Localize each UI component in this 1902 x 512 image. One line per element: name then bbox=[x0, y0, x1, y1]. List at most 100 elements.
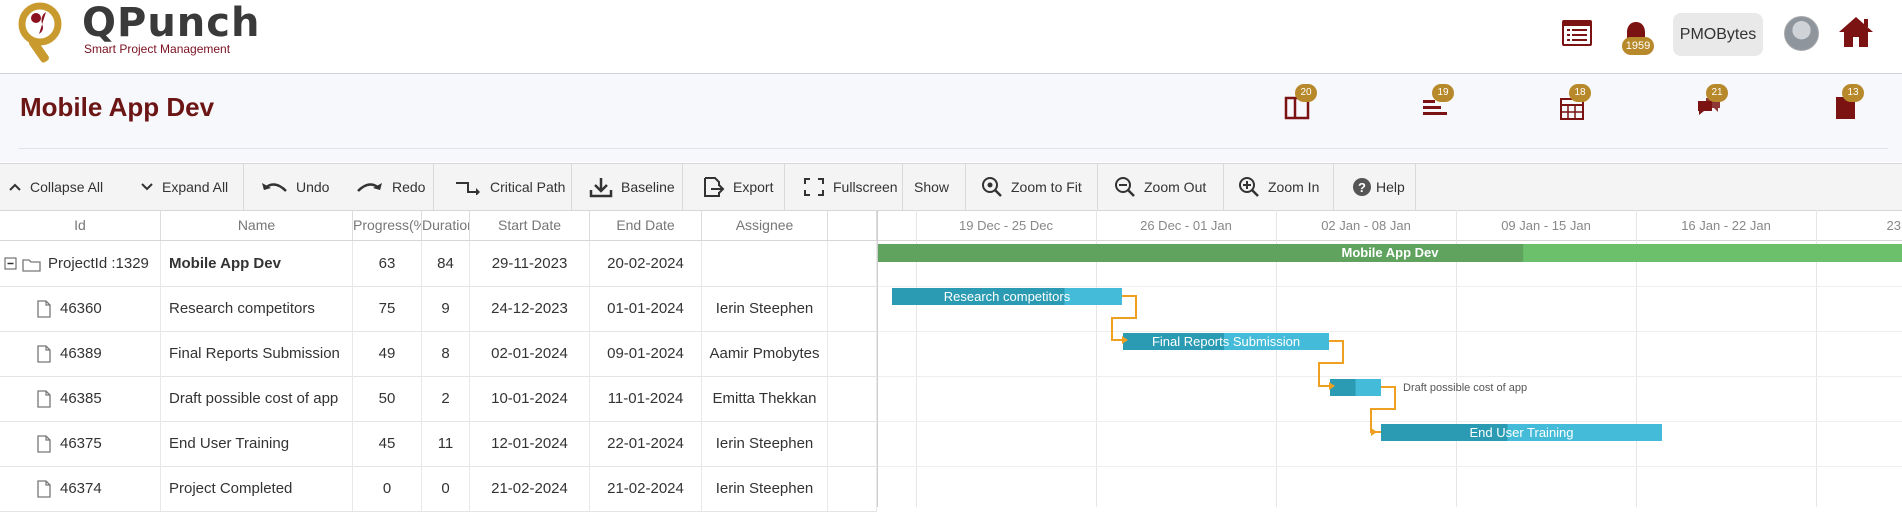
help-button[interactable]: ? Help bbox=[1344, 164, 1416, 210]
user-avatar[interactable] bbox=[1784, 16, 1819, 51]
column-header-assignee[interactable]: Assignee bbox=[702, 210, 828, 240]
cell-name: Final Reports Submission bbox=[161, 331, 353, 376]
cell-duration: 11 bbox=[422, 421, 470, 466]
task-list-icon[interactable] bbox=[1561, 18, 1593, 48]
file-icon bbox=[37, 300, 51, 318]
cell-name: Draft possible cost of app bbox=[161, 376, 353, 421]
task-bar-label: Research competitors bbox=[944, 289, 1071, 304]
cell-id-text: 46375 bbox=[60, 435, 102, 452]
critical-path-label: Critical Path bbox=[490, 179, 566, 195]
show-button[interactable]: Show bbox=[906, 164, 966, 210]
task-row[interactable]: 46385 Draft possible cost of app 50 2 10-01-… bbox=[0, 376, 877, 422]
collapse-all-label: Collapse All bbox=[30, 179, 104, 195]
task-row[interactable]: 46375 End User Training 45 11 12-01-2024 22-0… bbox=[0, 421, 877, 467]
expand-all-button[interactable]: Expand All bbox=[132, 164, 244, 210]
help-label: Help bbox=[1376, 179, 1405, 195]
documents-button[interactable]: 13 bbox=[1830, 84, 1864, 122]
column-header-duration[interactable]: Duration( bbox=[422, 210, 470, 240]
cell-end-date: 22-01-2024 bbox=[590, 421, 702, 466]
cell-end-date-text: 21-02-2024 bbox=[607, 480, 684, 497]
file-icon bbox=[37, 345, 51, 363]
cell-name-text: Project Completed bbox=[169, 480, 293, 497]
column-header-id[interactable]: Id bbox=[0, 210, 161, 240]
critical-path-button[interactable]: Critical Path bbox=[446, 164, 572, 210]
gantt-view-button[interactable]: 19 bbox=[1420, 84, 1454, 122]
cell-duration: 8 bbox=[422, 331, 470, 376]
collapse-all-button[interactable]: Collapse All bbox=[0, 164, 126, 210]
cell-spacer bbox=[828, 466, 877, 511]
cell-end-date-text: 20-02-2024 bbox=[607, 255, 684, 272]
cell-assignee: Ierin Steephen bbox=[702, 466, 828, 511]
cell-end-date-text: 01-01-2024 bbox=[607, 300, 684, 317]
cell-progress: 45 bbox=[353, 421, 422, 466]
cell-id-text: 46374 bbox=[60, 480, 102, 497]
cell-id-text: 46389 bbox=[60, 345, 102, 362]
cell-id: 46375 bbox=[0, 421, 161, 466]
cell-progress-text: 50 bbox=[378, 390, 396, 407]
cell-start-date: 29-11-2023 bbox=[470, 241, 590, 286]
cell-progress-text: 75 bbox=[378, 300, 396, 317]
export-icon bbox=[704, 177, 725, 197]
cell-duration-text: 2 bbox=[441, 390, 450, 407]
cell-name-text: Mobile App Dev bbox=[169, 255, 281, 272]
column-header-start-date[interactable]: Start Date bbox=[470, 210, 590, 240]
column-header-progress[interactable]: Progress(% bbox=[353, 210, 422, 240]
week-label: 16 Jan - 22 Jan bbox=[1681, 218, 1771, 233]
column-header-name[interactable]: Name bbox=[161, 210, 353, 240]
cell-start-date-text: 21-02-2024 bbox=[491, 480, 568, 497]
baseline-button[interactable]: Baseline bbox=[581, 164, 683, 210]
cell-name-text: Research competitors bbox=[169, 300, 315, 317]
zoom-in-button[interactable]: Zoom In bbox=[1230, 164, 1334, 210]
discussion-button[interactable]: 21 bbox=[1694, 84, 1728, 122]
task-bar-label: Draft possible cost of app bbox=[1403, 382, 1527, 394]
task-row[interactable]: 46374 Project Completed 0 0 21-02-2024 21-02-… bbox=[0, 466, 877, 512]
cell-progress-text: 63 bbox=[378, 255, 396, 272]
baseline-label: Baseline bbox=[621, 179, 675, 195]
fullscreen-button[interactable]: Fullscreen bbox=[795, 164, 903, 210]
cell-end-date: 09-01-2024 bbox=[590, 331, 702, 376]
column-header-end-date[interactable]: End Date bbox=[590, 210, 702, 240]
qpunch-logo[interactable]: QPunch Smart Project Management bbox=[14, 0, 259, 70]
gantt-toolbar: Collapse All Expand All Undo Redo Critic… bbox=[0, 163, 1902, 211]
file-icon bbox=[37, 480, 51, 498]
svg-text:?: ? bbox=[1358, 180, 1366, 195]
title-bar-inner: Mobile App Dev 20 19 18 21 13 bbox=[18, 74, 1888, 149]
cell-name-text: Draft possible cost of app bbox=[169, 390, 339, 407]
task-row[interactable]: 46389 Final Reports Submission 49 8 02-01-20… bbox=[0, 331, 877, 377]
home-icon[interactable] bbox=[1837, 14, 1875, 50]
cell-progress: 63 bbox=[353, 241, 422, 286]
user-name-button[interactable]: PMOBytes bbox=[1673, 13, 1763, 56]
cell-name: Mobile App Dev bbox=[161, 241, 353, 286]
redo-label: Redo bbox=[392, 179, 426, 195]
calendar-count-badge: 18 bbox=[1569, 84, 1591, 102]
cell-duration: 2 bbox=[422, 376, 470, 421]
cell-spacer bbox=[828, 421, 877, 466]
redo-button[interactable]: Redo bbox=[348, 164, 434, 210]
documents-count-badge: 13 bbox=[1842, 84, 1864, 102]
help-icon: ? bbox=[1353, 178, 1371, 196]
calendar-view-button[interactable]: 18 bbox=[1557, 84, 1591, 122]
cell-assignee: Ierin Steephen bbox=[702, 421, 828, 466]
zoom-to-fit-button[interactable]: Zoom to Fit bbox=[973, 164, 1098, 210]
cell-duration: 0 bbox=[422, 466, 470, 511]
undo-button[interactable]: Undo bbox=[252, 164, 344, 210]
cell-id: ProjectId :1329 bbox=[0, 241, 161, 286]
export-button[interactable]: Export bbox=[693, 164, 785, 210]
board-view-button[interactable]: 20 bbox=[1283, 84, 1317, 122]
cell-progress-text: 49 bbox=[378, 345, 396, 362]
cell-duration-text: 11 bbox=[437, 435, 454, 452]
folder-icon bbox=[22, 259, 41, 272]
logo-mark-icon bbox=[18, 2, 62, 63]
redo-icon bbox=[357, 183, 382, 192]
project-row[interactable]: ProjectId :1329 Mobile App Dev 63 84 29-11-2… bbox=[0, 241, 877, 287]
gantt-count-badge: 19 bbox=[1432, 84, 1454, 102]
progress-fill bbox=[1330, 379, 1356, 396]
week-label: 02 Jan - 08 Jan bbox=[1321, 218, 1411, 233]
gantt-canvas: 19 Dec - 25 Dec 26 Dec - 01 Jan 02 Jan - 0… bbox=[878, 210, 1902, 507]
task-row[interactable]: 46360 Research competitors 75 9 24-12-2023 01… bbox=[0, 286, 877, 332]
week-label: 09 Jan - 15 Jan bbox=[1501, 218, 1591, 233]
cell-start-date-text: 24-12-2023 bbox=[491, 300, 568, 317]
zoom-out-button[interactable]: Zoom Out bbox=[1106, 164, 1224, 210]
cell-assignee: Aamir Pmobytes bbox=[702, 331, 828, 376]
collapse-toggle-icon[interactable] bbox=[4, 257, 18, 271]
